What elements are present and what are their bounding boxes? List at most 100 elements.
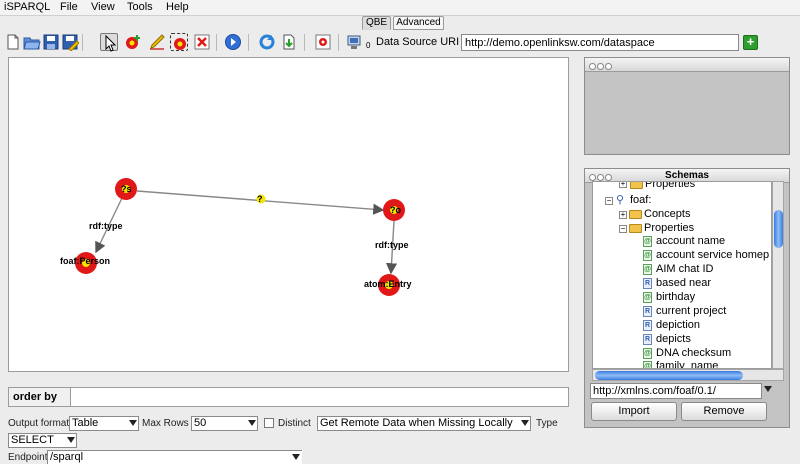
save-icon[interactable] xyxy=(42,33,60,51)
toolbar-separator xyxy=(82,34,83,51)
toolbar-separator xyxy=(338,34,339,51)
distinct-checkbox[interactable] xyxy=(264,418,274,428)
open-icon[interactable] xyxy=(23,33,41,51)
node-label-entry: atom:Entry xyxy=(364,279,412,289)
group-icon[interactable] xyxy=(170,33,188,51)
relation-icon: R xyxy=(643,306,652,317)
folder-icon xyxy=(630,182,643,189)
new-icon[interactable] xyxy=(4,33,22,51)
chevron-down-icon[interactable] xyxy=(764,386,772,392)
add-node-icon[interactable] xyxy=(124,33,142,51)
attribute-icon: @ xyxy=(643,361,652,368)
property-item[interactable]: @ birthday xyxy=(593,291,771,304)
menu-file[interactable]: File xyxy=(60,1,78,13)
scroll-thumb[interactable] xyxy=(595,371,743,380)
attribute-icon: @ xyxy=(643,264,652,275)
edge-label-s-type: rdf:type xyxy=(89,221,123,231)
attribute-icon: @ xyxy=(643,236,652,247)
scroll-thumb[interactable] xyxy=(774,210,783,248)
zoom-icon[interactable] xyxy=(605,174,612,181)
save-as-icon[interactable] xyxy=(61,33,79,51)
tree-item-properties[interactable]: − Properties xyxy=(593,222,771,235)
schemas-title: Schemas xyxy=(665,170,709,181)
query-canvas[interactable]: ? rdf:type rdf:type ?s ?o foaf:Person at… xyxy=(8,57,569,372)
retrieval-mode-select[interactable]: Get Remote Data when Missing Locally xyxy=(317,416,531,431)
delete-icon[interactable] xyxy=(193,33,211,51)
attribute-icon: @ xyxy=(643,348,652,359)
run-icon[interactable] xyxy=(224,33,242,51)
node-label-s: ?s xyxy=(121,184,132,194)
menu-view[interactable]: View xyxy=(91,1,115,13)
import-button[interactable]: Import xyxy=(591,402,677,421)
menu-tools[interactable]: Tools xyxy=(127,1,153,13)
relation-icon: R xyxy=(643,320,652,331)
order-by-label: order by xyxy=(9,388,71,406)
relation-icon: R xyxy=(643,278,652,289)
expand-icon[interactable]: + xyxy=(619,211,627,219)
link-icon[interactable] xyxy=(314,33,332,51)
schema-uri-field[interactable]: http://xmlns.com/foaf/0.1/ xyxy=(590,383,762,399)
tree-horizontal-scrollbar[interactable] xyxy=(592,369,784,381)
close-icon[interactable] xyxy=(589,63,596,70)
query-type-select[interactable]: SELECT xyxy=(8,433,77,448)
output-format-select[interactable]: Table xyxy=(69,416,139,431)
collapse-icon[interactable]: − xyxy=(605,197,613,205)
add-data-source-button[interactable]: + xyxy=(743,35,758,50)
window-title-bar[interactable] xyxy=(585,58,789,72)
property-item[interactable]: R depicts xyxy=(593,333,771,346)
toolbar-separator xyxy=(216,34,217,51)
property-item[interactable]: @ family_name xyxy=(593,360,771,368)
data-source-input[interactable] xyxy=(461,34,739,51)
attribute-icon: @ xyxy=(643,250,652,261)
order-by-field[interactable]: order by xyxy=(8,387,569,407)
server-badge: 0 xyxy=(366,41,371,50)
property-item[interactable]: R depiction xyxy=(593,319,771,332)
node-o[interactable]: ?o xyxy=(383,199,405,221)
property-item[interactable]: @ DNA checksum xyxy=(593,347,771,360)
property-item[interactable]: R based near xyxy=(593,277,771,290)
property-item[interactable]: @ account name xyxy=(593,235,771,248)
tree-vertical-scrollbar[interactable] xyxy=(772,181,784,369)
pointer-icon[interactable] xyxy=(100,33,118,52)
chevron-down-icon xyxy=(292,454,300,460)
remove-button[interactable]: Remove xyxy=(681,402,767,421)
node-s[interactable]: ?s xyxy=(115,178,137,200)
folder-open-icon xyxy=(629,224,642,233)
node-label-o: ?o xyxy=(390,205,401,215)
menu-bar: iSPARQL File View Tools Help xyxy=(0,0,800,16)
node-label-person: foaf:Person xyxy=(60,256,110,266)
tab-advanced[interactable]: Advanced xyxy=(393,16,444,30)
chevron-down-icon xyxy=(248,420,256,426)
property-item[interactable]: @ AIM chat ID xyxy=(593,263,771,276)
expand-icon[interactable]: + xyxy=(619,182,627,188)
property-item[interactable]: R current project xyxy=(593,305,771,318)
minimize-icon[interactable] xyxy=(597,174,604,181)
tree-item-namespace[interactable]: − ⚲ foaf: xyxy=(593,194,771,207)
import-icon[interactable] xyxy=(280,33,298,51)
refresh-icon[interactable] xyxy=(258,33,276,51)
floating-window xyxy=(584,57,790,155)
tree-item-properties-partial[interactable]: + Properties xyxy=(593,182,771,191)
menu-help[interactable]: Help xyxy=(166,1,189,13)
chevron-down-icon xyxy=(521,420,529,426)
max-rows-select[interactable]: 50 xyxy=(191,416,258,431)
toolbar-separator xyxy=(304,34,305,51)
close-icon[interactable] xyxy=(589,174,596,181)
collapse-icon[interactable]: − xyxy=(619,225,627,233)
server-icon[interactable] xyxy=(345,33,363,51)
node-entry[interactable]: atom:Entry xyxy=(364,274,412,296)
menu-app[interactable]: iSPARQL xyxy=(4,1,50,13)
tree-item-concepts[interactable]: + Concepts xyxy=(593,208,771,221)
node-person[interactable]: foaf:Person xyxy=(60,252,110,274)
distinct-label: Distinct xyxy=(278,418,311,429)
property-item[interactable]: @ account service homep xyxy=(593,249,771,262)
minimize-icon[interactable] xyxy=(597,63,604,70)
endpoint-select[interactable]: /sparql xyxy=(47,450,302,464)
query-graph: ? rdf:type rdf:type ?s ?o foaf:Person at… xyxy=(60,178,412,296)
endpoint-label: Endpoint xyxy=(8,452,48,463)
draw-edge-icon[interactable] xyxy=(148,33,166,51)
folder-icon xyxy=(629,210,642,219)
zoom-icon[interactable] xyxy=(605,63,612,70)
schema-tree[interactable]: + Properties − ⚲ foaf: + Concepts − Prop… xyxy=(592,181,772,369)
tab-qbe[interactable]: QBE xyxy=(362,16,391,30)
